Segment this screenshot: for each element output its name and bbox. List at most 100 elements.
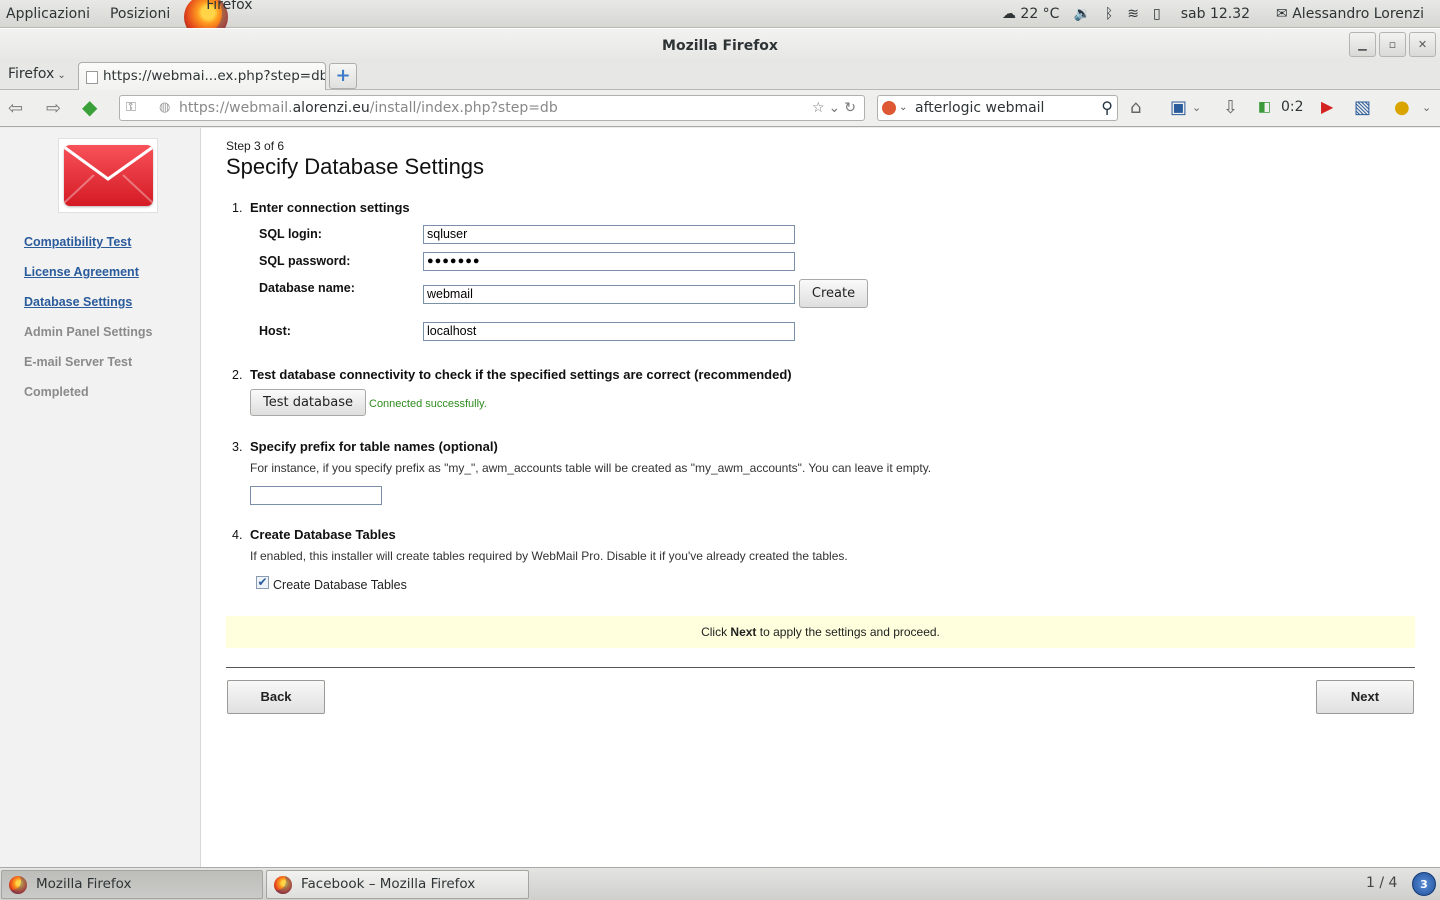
sidebar-item-email-server-test: E-mail Server Test	[24, 355, 133, 369]
new-tab-icon[interactable]: +	[329, 63, 357, 89]
youtube-icon[interactable]: ▶	[1321, 97, 1333, 116]
chevron-down-icon: ⌄	[57, 70, 66, 81]
bookmark-star-icon[interactable]: ☆⌄↻	[812, 96, 860, 120]
medal-icon[interactable]: ●	[1394, 97, 1410, 118]
task-label: Mozilla Firefox	[36, 876, 132, 892]
task-mozilla-firefox[interactable]: Mozilla Firefox	[1, 870, 263, 899]
section-heading-test: Test database connectivity to check if t…	[250, 367, 792, 382]
close-icon[interactable]: ✕	[1409, 32, 1436, 57]
url-bar[interactable]: ⚿ ◍ https://webmail.alorenzi.eu/install/…	[119, 95, 865, 121]
battery-icon[interactable]: ▯	[1153, 6, 1161, 22]
divider	[226, 667, 1415, 668]
clock[interactable]: sab 12.32	[1181, 6, 1250, 22]
forward-icon[interactable]: ⇨	[46, 98, 61, 119]
applications-menu[interactable]: Applicazioni	[0, 6, 96, 22]
sidebar-item-admin-panel-settings: Admin Panel Settings	[24, 325, 153, 339]
identity-key-icon: ⚿	[126, 100, 136, 115]
search-icon[interactable]: ⚲	[1101, 96, 1113, 120]
counter-value[interactable]: 0:2	[1281, 99, 1304, 115]
feedly-icon[interactable]: ◆	[82, 95, 97, 119]
wifi-icon[interactable]: ≋	[1127, 6, 1139, 22]
step-indicator: Step 3 of 6	[226, 139, 285, 153]
chevron-down-icon[interactable]: ⌄	[1422, 101, 1431, 114]
page-favicon-icon	[86, 71, 98, 84]
create-tables-label[interactable]: Create Database Tables	[273, 578, 407, 592]
navigation-toolbar: ⇦ ⇨ ◆ ⚿ ◍ https://webmail.alorenzi.eu/in…	[0, 90, 1440, 127]
sidebar-item-license-agreement[interactable]: License Agreement	[24, 265, 139, 279]
user-menu[interactable]: ✉ Alessandro Lorenzi	[1276, 6, 1424, 22]
chevron-down-icon[interactable]: ⌄	[899, 96, 907, 120]
sidebar-item-compatibility-test[interactable]: Compatibility Test	[24, 235, 131, 249]
section-number: 1.	[232, 201, 243, 215]
firefox-menu-label: Firefox	[8, 66, 55, 82]
host-input[interactable]: localhost	[423, 322, 795, 341]
sql-password-input[interactable]: ●●●●●●●	[423, 252, 795, 271]
url-path: /install/index.php?step=db	[369, 100, 558, 116]
firefox-icon	[274, 876, 292, 894]
sidebar-item-database-settings[interactable]: Database Settings	[24, 295, 132, 309]
sidebar-item-completed: Completed	[24, 385, 89, 399]
create-database-button[interactable]: Create	[799, 279, 868, 308]
notice-text-bold: Next	[730, 625, 757, 639]
duckduckgo-icon[interactable]	[882, 101, 896, 115]
weather-indicator[interactable]: ☁ 22 °C	[1002, 6, 1060, 22]
window-title: Mozilla Firefox	[662, 38, 778, 54]
section-heading-create-tables: Create Database Tables	[250, 527, 396, 542]
task-facebook-firefox[interactable]: Facebook – Mozilla Firefox	[266, 870, 529, 899]
places-menu[interactable]: Posizioni	[104, 6, 176, 22]
database-name-input[interactable]: webmail	[423, 285, 795, 304]
search-bar[interactable]: ⌄ afterlogic webmail ⚲	[877, 95, 1118, 121]
checkmark-icon: ✔	[257, 575, 268, 589]
window-list-taskbar: Mozilla Firefox Facebook – Mozilla Firef…	[0, 867, 1440, 900]
back-button[interactable]: Back	[227, 680, 325, 714]
sql-login-label: SQL login:	[259, 227, 322, 241]
next-button[interactable]: Next	[1316, 680, 1414, 714]
home-icon[interactable]: ⌂	[1130, 97, 1141, 118]
notification-counter[interactable]: 3	[1412, 872, 1436, 896]
database-name-label: Database name:	[259, 281, 355, 295]
proceed-notice: Click Next to apply the settings and pro…	[226, 616, 1415, 648]
download-icon[interactable]: ⇩	[1223, 97, 1238, 118]
workspace-indicator[interactable]: 1 / 4	[1366, 875, 1397, 891]
task-label: Facebook – Mozilla Firefox	[301, 876, 476, 892]
tab-label: https://webmai...ex.php?step=db	[103, 68, 326, 84]
sql-login-input[interactable]: sqluser	[423, 225, 795, 244]
sql-password-label: SQL password:	[259, 254, 351, 268]
url-prefix: https://webmail.	[179, 100, 293, 116]
back-icon[interactable]: ⇦	[8, 98, 23, 119]
section-heading-prefix: Specify prefix for table names (optional…	[250, 439, 498, 454]
host-label: Host:	[259, 324, 291, 338]
prefix-description: For instance, if you specify prefix as "…	[250, 461, 932, 475]
chat-icon: ✉	[1276, 5, 1288, 22]
section-number: 4.	[232, 528, 243, 542]
chevron-down-icon[interactable]: ⌄	[1192, 101, 1201, 114]
installer-sidebar: Compatibility Test License Agreement Dat…	[0, 128, 201, 867]
image-icon[interactable]: ▧	[1354, 97, 1371, 118]
counter-icon[interactable]: ◧	[1258, 99, 1271, 115]
volume-icon[interactable]: 🔉	[1073, 6, 1090, 22]
section-heading-connection: Enter connection settings	[250, 200, 410, 215]
bookmarks-icon[interactable]: ▣	[1170, 97, 1187, 118]
minimize-icon[interactable]: ▁	[1349, 32, 1376, 57]
page-content: Compatibility Test License Agreement Dat…	[0, 128, 1440, 867]
bluetooth-icon[interactable]: ᛒ	[1105, 6, 1113, 22]
maximize-icon[interactable]: ▫	[1379, 32, 1406, 57]
envelope-icon	[64, 145, 153, 206]
page-title: Specify Database Settings	[226, 154, 485, 179]
create-tables-checkbox[interactable]: ✔	[256, 576, 269, 589]
tab-active[interactable]: https://webmai...ex.php?step=db	[78, 62, 326, 91]
user-name: Alessandro Lorenzi	[1292, 5, 1424, 22]
weather-temp: 22 °C	[1020, 5, 1060, 22]
active-app-label: Firefox	[206, 0, 253, 13]
search-input[interactable]: afterlogic webmail	[915, 100, 1044, 116]
firefox-icon	[9, 876, 27, 894]
create-tables-description: If enabled, this installer will create t…	[250, 549, 848, 563]
logo	[58, 138, 158, 213]
window-titlebar[interactable]: Mozilla Firefox ▁ ▫ ✕	[0, 28, 1440, 62]
table-prefix-input[interactable]	[250, 486, 382, 505]
test-database-button[interactable]: Test database	[250, 389, 366, 416]
firefox-menu-button[interactable]: Firefox ⌄	[8, 66, 66, 82]
test-result-message: Connected successfully.	[369, 398, 487, 410]
section-number: 3.	[232, 440, 243, 454]
url-domain: alorenzi.eu	[292, 100, 370, 116]
